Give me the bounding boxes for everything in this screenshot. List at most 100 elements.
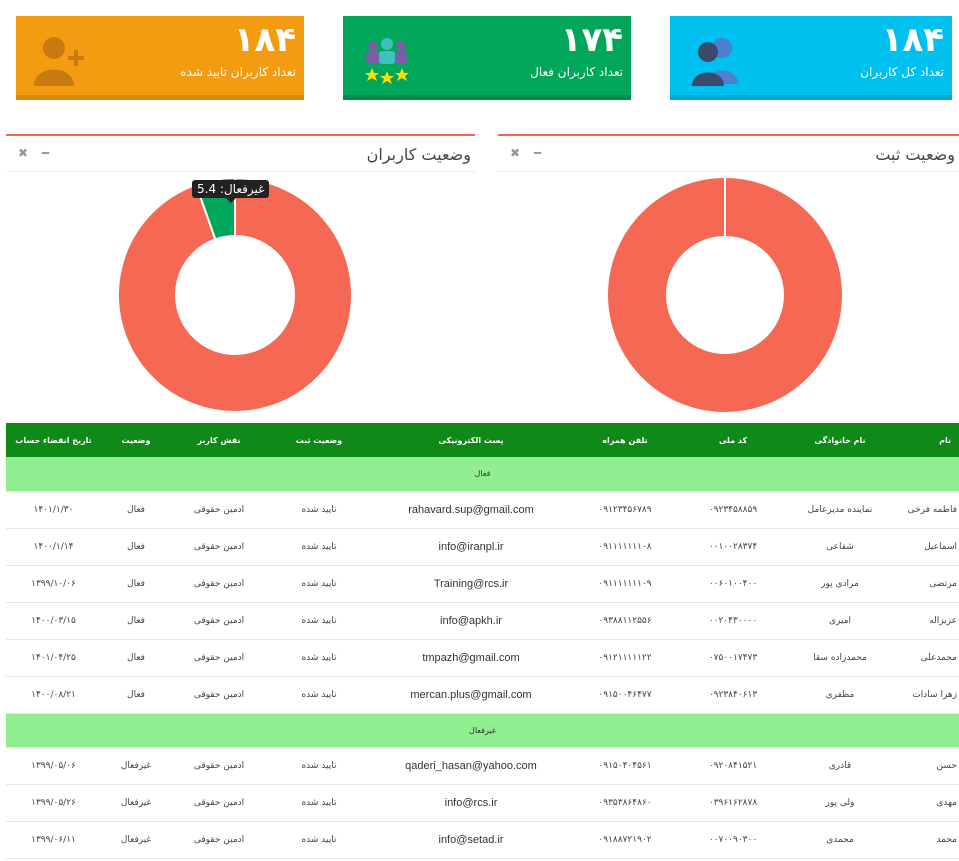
table-row[interactable]: فاطمه فرخی نماینده مدیرعامل ۰۹۲۳۴۵۸۸۵۹ ۰۹۱۲…: [6, 491, 959, 529]
stat-bar: [343, 95, 631, 100]
table-cell: تایید شده: [267, 784, 371, 822]
stat-label: تعداد کاربران فعال: [530, 65, 623, 79]
panel-tools: ✖ ━: [510, 146, 551, 160]
stat-label: تعداد کل کاربران: [860, 65, 944, 79]
stat-number: ۱۷۴: [560, 20, 623, 60]
table-row[interactable]: مهدی ولی پور ۰۳۹۶۱۶۲۸۷۸ ۰۹۳۵۳۸۶۴۸۶۰ info@rcs…: [6, 784, 959, 822]
table-row[interactable]: حسن قادری ۰۹۲۰۸۴۱۵۲۱ ۰۹۱۵۰۴۰۴۵۶۱ qaderi_hasa…: [6, 747, 959, 785]
table-header-row: نام نام خانوادگی کد ملی تلفن همراه پست ا…: [6, 423, 959, 457]
column-header[interactable]: نقش کاربر: [171, 423, 267, 457]
table-cell: محمدعلی: [893, 639, 959, 677]
table-row[interactable]: محمد محمدی ۰۰۷۰۰۹۰۳۰۰ ۰۹۱۸۸۷۲۱۹۰۲ info@setad…: [6, 821, 959, 859]
stat-label: تعداد کاربران تایید شده: [180, 65, 296, 79]
table-cell: ۰۰۷۰۰۹۰۳۰۰: [679, 821, 787, 859]
minimize-icon[interactable]: ━: [42, 146, 49, 160]
close-icon[interactable]: ✖: [18, 146, 28, 160]
table-cell: ۰۹۱۲۱۱۱۱۱۲۲: [571, 639, 679, 677]
column-header[interactable]: تاریخ انقضاء حساب: [6, 423, 101, 457]
table-cell: عزیزاله: [893, 602, 959, 640]
users-icon: [692, 38, 738, 86]
table-body: فعال فاطمه فرخی نماینده مدیرعامل ۰۹۲۳۴۵۸۸۵۹…: [6, 457, 959, 859]
table-cell: مظفری: [787, 676, 893, 714]
table-cell: ۱۳۹۹/۰۶/۱۱: [6, 821, 101, 859]
table-row[interactable]: زهرا سادات مظفری ۰۹۲۳۸۴۰۶۱۳ ۰۹۱۵۰۰۴۶۴۷۷ merc…: [6, 676, 959, 714]
column-header[interactable]: تلفن همراه: [571, 423, 679, 457]
table-cell: ۰۷۵۰۰۱۷۴۷۳: [679, 639, 787, 677]
column-header[interactable]: کد ملی: [679, 423, 787, 457]
table-cell: محمد: [893, 821, 959, 859]
table-cell: فعال: [101, 565, 171, 603]
column-header[interactable]: نام: [893, 423, 959, 457]
table-cell: نماینده مدیرعامل: [787, 491, 893, 529]
table-cell: ادمین حقوقی: [171, 784, 267, 822]
table-cell: ادمین حقوقی: [171, 676, 267, 714]
table-cell: زهرا سادات: [893, 676, 959, 714]
table-cell: غیرفعال: [101, 821, 171, 859]
table-cell: فعال: [101, 676, 171, 714]
column-header[interactable]: نام خانوادگی: [787, 423, 893, 457]
table-cell: ۰۹۱۱۱۱۱۱۱۰۹: [571, 565, 679, 603]
column-header[interactable]: پست الکترونیکی: [371, 423, 571, 457]
table-cell: ۰۹۲۰۸۴۱۵۲۱: [679, 747, 787, 785]
users-status-panel: وضعیت کاربران ✖ ━: [6, 134, 475, 424]
table-cell: ادمین حقوقی: [171, 747, 267, 785]
table-cell: تایید شده: [267, 747, 371, 785]
registration-status-panel: وضعیت ثبت ✖ ━: [498, 134, 959, 424]
table-cell: ۰۰۶۰۱۰۰۴۰۰: [679, 565, 787, 603]
table-cell: ۰۰۲۰۴۳۰۰۰۰: [679, 602, 787, 640]
table-cell: Training@rcs.ir: [371, 565, 571, 603]
table-cell: ۰۹۱۲۳۴۵۶۷۸۹: [571, 491, 679, 529]
table-cell: اسماعیل: [893, 528, 959, 566]
table-cell: امیری: [787, 602, 893, 640]
stat-bar: [670, 95, 952, 100]
column-header[interactable]: وضعیت: [101, 423, 171, 457]
table-cell: ۱۴۰۰/۰۸/۲۱: [6, 676, 101, 714]
panel-title: وضعیت ثبت: [875, 145, 955, 164]
table-cell: تایید شده: [267, 602, 371, 640]
stat-active-users: ۱۷۴ تعداد کاربران فعال: [343, 16, 631, 100]
table-cell: ۱۳۹۹/۱۰/۰۶: [6, 565, 101, 603]
panel-header: وضعیت ثبت ✖ ━: [498, 136, 959, 172]
table-cell: ۱۴۰۰/۱/۱۴: [6, 528, 101, 566]
table-cell: غیرفعال: [101, 784, 171, 822]
stat-number: ۱۸۴: [881, 20, 944, 60]
table-cell: ۰۹۱۱۱۱۱۱۱۰۸: [571, 528, 679, 566]
table-cell: ۱۳۹۹/۰۵/۲۶: [6, 784, 101, 822]
minimize-icon[interactable]: ━: [534, 146, 541, 160]
table-row[interactable]: مرتضی مرادی پور ۰۰۶۰۱۰۰۴۰۰ ۰۹۱۱۱۱۱۱۱۰۹ Train…: [6, 565, 959, 603]
table-cell: تایید شده: [267, 491, 371, 529]
group-label: فعال: [6, 457, 959, 492]
table-cell: فعال: [101, 491, 171, 529]
registration-donut-chart: [608, 178, 842, 412]
table-cell: تایید شده: [267, 676, 371, 714]
table-row[interactable]: اسماعیل شفاعی ۰۰۱۰۰۲۸۳۷۴ ۰۹۱۱۱۱۱۱۱۰۸ info@ir…: [6, 528, 959, 566]
table-cell: تایید شده: [267, 565, 371, 603]
table-cell: غیرفعال: [101, 747, 171, 785]
table-cell: info@apkh.ir: [371, 602, 571, 640]
stat-number: ۱۸۴: [233, 20, 296, 60]
table-cell: ۰۹۳۵۳۸۶۴۸۶۰: [571, 784, 679, 822]
table-cell: ولی پور: [787, 784, 893, 822]
group-row: غیرفعال: [6, 713, 959, 748]
chart-tooltip: غیرفعال: 5.4: [192, 180, 270, 203]
table-cell: مرادی پور: [787, 565, 893, 603]
close-icon[interactable]: ✖: [510, 146, 520, 160]
table-cell: ۰۹۱۵۰۴۰۴۵۶۱: [571, 747, 679, 785]
table-cell: ادمین حقوقی: [171, 565, 267, 603]
users-stars-icon: [365, 38, 409, 84]
table-row[interactable]: عزیزاله امیری ۰۰۲۰۴۳۰۰۰۰ ۰۹۳۸۸۱۱۲۵۵۶ info@ap…: [6, 602, 959, 640]
table-cell: ۰۳۹۶۱۶۲۸۷۸: [679, 784, 787, 822]
column-header[interactable]: وضعیت ثبت: [267, 423, 371, 457]
table-cell: فاطمه فرخی: [893, 491, 959, 529]
table-cell: ۰۹۳۸۸۱۱۲۵۵۶: [571, 602, 679, 640]
table-cell: ادمین حقوقی: [171, 821, 267, 859]
table-row[interactable]: محمدعلی محمدزاده سقا ۰۷۵۰۰۱۷۴۷۳ ۰۹۱۲۱۱۱۱۱۲۲…: [6, 639, 959, 677]
table-cell: شفاعی: [787, 528, 893, 566]
table-cell: تایید شده: [267, 528, 371, 566]
table-cell: rahavard.sup@gmail.com: [371, 491, 571, 529]
table-cell: ۰۹۱۵۰۰۴۶۴۷۷: [571, 676, 679, 714]
table-cell: mercan.plus@gmail.com: [371, 676, 571, 714]
table-cell: محمدزاده سقا: [787, 639, 893, 677]
table-cell: ۰۰۱۰۰۲۸۳۷۴: [679, 528, 787, 566]
users-donut-chart: [118, 176, 352, 413]
